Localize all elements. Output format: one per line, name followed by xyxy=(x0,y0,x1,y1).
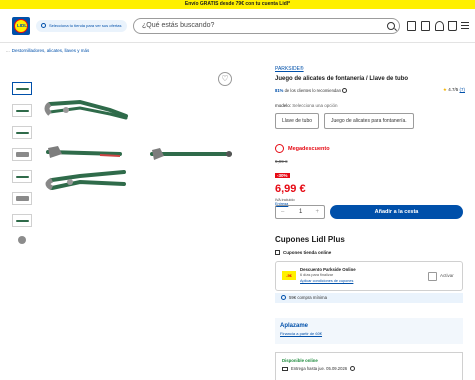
rating-value: 4.7/5 xyxy=(448,87,459,92)
scan-icon[interactable] xyxy=(407,21,416,31)
quantity-stepper[interactable]: – 1 + xyxy=(275,205,325,219)
aplazame-logo: Aplazame xyxy=(280,323,309,329)
discount-percent: -30% xyxy=(275,173,290,178)
add-to-cart-button[interactable]: Añadir a la cesta xyxy=(330,205,463,219)
site-header: LIDL Selecciona tu tienda para ver sus o… xyxy=(0,9,475,43)
delivery-text: Entrega hasta jue. 05.09.2026 xyxy=(291,366,348,371)
delivery-line: Entrega hasta jue. 05.09.2026 xyxy=(282,366,456,372)
variant-options: Llave de tubo Juego de alicates para fon… xyxy=(275,113,465,130)
thumbnail-1[interactable] xyxy=(12,82,32,95)
store-link-label: Selecciona tu tienda para ver sus oferta… xyxy=(49,23,122,28)
aplazame-financing: Aplazame Financia a partir de 60€ xyxy=(275,318,463,344)
product-brand[interactable]: PARKSIDE® xyxy=(275,66,465,72)
variant-option-1[interactable]: Llave de tubo xyxy=(275,113,320,130)
variant-option-2[interactable]: Juego de alicates para fontanería. xyxy=(324,113,414,130)
pliers-top xyxy=(44,99,128,120)
star-icon: ★ xyxy=(442,87,447,92)
coupon-card: -5€ Descuento Parkside Online 6 días par… xyxy=(275,261,463,291)
thumbnail-gallery xyxy=(12,82,32,244)
pipe-wrench-right xyxy=(150,148,232,160)
product-image[interactable] xyxy=(40,72,240,202)
discount-label: Megadescuento xyxy=(288,145,330,152)
breadcrumb: ... Destornilladores, alicates, llaves y … xyxy=(6,48,89,53)
cart-icon[interactable] xyxy=(448,21,457,31)
favorite-heart-icon[interactable]: ♡ xyxy=(218,72,232,86)
truck-icon xyxy=(282,366,288,371)
qty-plus-button[interactable]: + xyxy=(315,206,319,218)
coupons-subtitle-text: Cupones tienda online xyxy=(283,250,332,255)
old-price: 9,99 € xyxy=(275,159,288,164)
product-title: Juego de alicates de fontanería / Llave … xyxy=(275,76,409,82)
product-rating[interactable]: ★ 4.7/5 (7) xyxy=(443,87,465,93)
add-to-cart-row: – 1 + Añadir a la cesta xyxy=(275,205,465,219)
product-info: PARKSIDE® Juego de alicates de fontanerí… xyxy=(275,66,465,130)
coupon-minimum-text: 59€ compra mínima xyxy=(289,295,327,300)
pliers-bottom xyxy=(45,170,126,191)
availability-status: Disponible online xyxy=(282,358,318,363)
thumbnail-5[interactable] xyxy=(12,170,32,183)
search-icon[interactable] xyxy=(387,22,395,30)
search-placeholder: ¿Qué estás buscando? xyxy=(142,22,215,29)
discount-tag-icon xyxy=(275,144,284,153)
pipe-wrench-left xyxy=(46,146,122,158)
current-price: 6,99 € xyxy=(275,183,306,195)
coupon-value-tag: -5€ xyxy=(282,271,296,280)
availability-box: Disponible online Entrega hasta jue. 05.… xyxy=(275,352,463,380)
location-pin-icon xyxy=(41,23,46,29)
menu-icon[interactable] xyxy=(461,22,469,29)
coupons-subtitle: Cupones tienda online xyxy=(275,250,332,256)
qty-minus-button[interactable]: – xyxy=(281,206,284,218)
thumbnail-6[interactable] xyxy=(12,192,32,205)
lidl-logo[interactable]: LIDL xyxy=(12,17,30,35)
coupon-activate-checkbox[interactable] xyxy=(428,272,437,281)
coupon-name: Descuento Parkside Online xyxy=(300,267,356,272)
coupon-activate-label[interactable]: Activar xyxy=(440,273,454,278)
recommend-text: de los clientes lo recomiendan xyxy=(284,88,341,93)
model-select-hint: Selecciona una opción xyxy=(292,103,338,109)
promo-banner[interactable]: Envío GRATIS desde 79€ con tu cuenta Lid… xyxy=(0,0,475,9)
megadiscount-badge: Megadescuento xyxy=(275,144,465,153)
recommend-line: 81% de los clientes lo recomiendan xyxy=(275,88,465,94)
gallery-scroll-icon[interactable] xyxy=(18,236,26,244)
info-icon[interactable] xyxy=(342,88,348,94)
thumbnail-4[interactable] xyxy=(12,148,32,161)
logo-circle: LIDL xyxy=(14,19,28,33)
recommend-pct: 81% xyxy=(275,88,284,93)
thumbnail-7[interactable] xyxy=(12,214,32,227)
coupon-days-left: 6 días para finalizar xyxy=(300,273,334,277)
receipt-icon[interactable] xyxy=(421,21,430,31)
coupon-conditions-link[interactable]: Aplicar condiciones de cupones xyxy=(300,279,353,283)
coupon-minimum: 59€ compra mínima xyxy=(275,293,463,303)
thumbnail-3[interactable] xyxy=(12,126,32,139)
user-icon[interactable] xyxy=(435,21,444,31)
pricing-block: Megadescuento 9,99 € -30% 6,99 € IVA inc… xyxy=(275,144,465,206)
model-label-row: modelo: Selecciona una opción xyxy=(275,103,465,108)
search-input[interactable]: ¿Qué estás buscando? xyxy=(133,18,400,34)
rating-count[interactable]: (7) xyxy=(460,87,466,92)
info-icon xyxy=(281,295,286,301)
model-label: modelo: xyxy=(275,103,292,109)
qty-value: 1 xyxy=(299,209,303,215)
aplazame-financing-link[interactable]: Financia a partir de 60€ xyxy=(280,331,458,336)
breadcrumb-current[interactable]: Destornilladores, alicates, llaves y más xyxy=(12,48,90,53)
coupons-title: Cupones Lidl Plus xyxy=(275,235,345,244)
delivery-info-icon[interactable] xyxy=(350,366,356,372)
logo-text: LIDL xyxy=(17,23,27,28)
breadcrumb-prefix[interactable]: ... xyxy=(6,48,10,53)
select-store-link[interactable]: Selecciona tu tienda para ver sus oferta… xyxy=(36,20,127,32)
shopping-bag-icon xyxy=(275,250,280,256)
thumbnail-2[interactable] xyxy=(12,104,32,117)
